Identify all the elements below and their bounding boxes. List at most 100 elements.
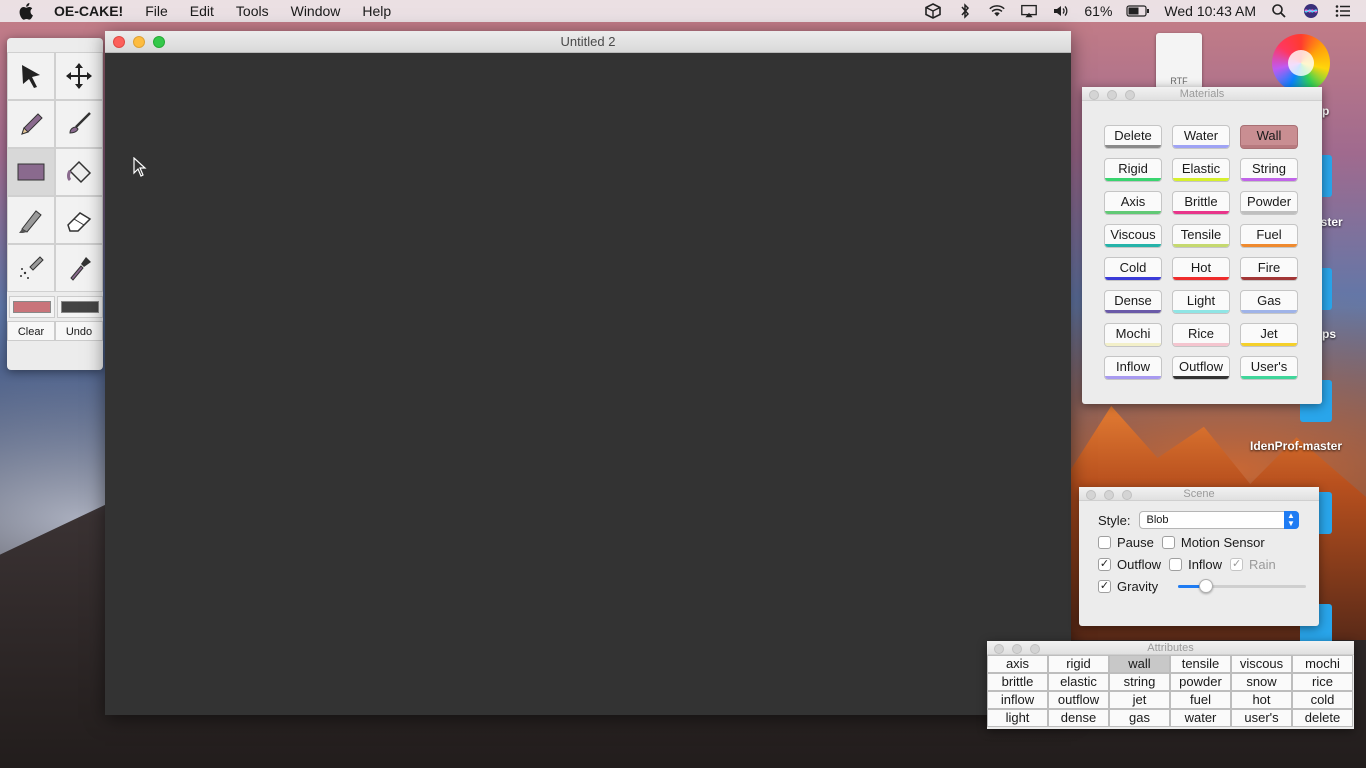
attribute-cell[interactable]: jet	[1109, 691, 1170, 709]
dropper-tool[interactable]	[55, 244, 103, 292]
panel-minimize-button[interactable]	[1104, 490, 1114, 500]
battery-icon[interactable]	[1126, 4, 1150, 18]
attribute-cell[interactable]: mochi	[1292, 655, 1353, 673]
search-icon[interactable]	[1270, 3, 1288, 19]
panel-minimize-button[interactable]	[1012, 644, 1022, 654]
battery-percentage[interactable]: 61%	[1084, 3, 1112, 19]
attribute-cell[interactable]: string	[1109, 673, 1170, 691]
primary-color-swatch[interactable]	[9, 296, 55, 318]
attribute-cell[interactable]: axis	[987, 655, 1048, 673]
outflow-checkbox[interactable]: ✓ Outflow	[1098, 557, 1161, 572]
material-button-outflow[interactable]: Outflow	[1172, 356, 1230, 380]
clock[interactable]: Wed 10:43 AM	[1164, 3, 1256, 19]
attribute-cell[interactable]: user's	[1231, 709, 1292, 727]
material-button-mochi[interactable]: Mochi	[1104, 323, 1162, 347]
gravity-slider[interactable]	[1178, 579, 1307, 593]
materials-titlebar[interactable]: Materials	[1082, 87, 1322, 101]
attribute-cell[interactable]: light	[987, 709, 1048, 727]
dropbox-icon[interactable]	[924, 3, 942, 19]
gravity-checkbox[interactable]: ✓ Gravity	[1098, 579, 1158, 594]
menu-edit[interactable]: Edit	[190, 3, 214, 19]
attribute-cell[interactable]: brittle	[987, 673, 1048, 691]
simulation-canvas[interactable]	[105, 53, 1071, 715]
material-button-hot[interactable]: Hot	[1172, 257, 1230, 281]
material-button-wall[interactable]: Wall	[1240, 125, 1298, 149]
desktop-label[interactable]: p	[1322, 104, 1329, 118]
secondary-color-swatch[interactable]	[57, 296, 103, 318]
attribute-cell[interactable]: elastic	[1048, 673, 1109, 691]
attribute-cell[interactable]: wall	[1109, 655, 1170, 673]
attribute-cell[interactable]: water	[1170, 709, 1231, 727]
material-button-dense[interactable]: Dense	[1104, 290, 1162, 314]
airplay-icon[interactable]	[1020, 3, 1038, 19]
tools-palette-titlebar[interactable]	[7, 38, 103, 52]
attribute-cell[interactable]: dense	[1048, 709, 1109, 727]
attribute-cell[interactable]: cold	[1292, 691, 1353, 709]
attributes-titlebar[interactable]: Attributes	[987, 641, 1354, 655]
notification-list-icon[interactable]	[1334, 3, 1352, 19]
desktop-label[interactable]: ps	[1322, 327, 1336, 341]
menu-app-name[interactable]: OE-CAKE!	[54, 3, 123, 19]
attribute-cell[interactable]: rigid	[1048, 655, 1109, 673]
material-button-axis[interactable]: Axis	[1104, 191, 1162, 215]
menu-window[interactable]: Window	[291, 3, 341, 19]
move-tool[interactable]	[55, 52, 103, 100]
knife-tool[interactable]	[7, 196, 55, 244]
material-button-viscous[interactable]: Viscous	[1104, 224, 1162, 248]
material-button-tensile[interactable]: Tensile	[1172, 224, 1230, 248]
attribute-cell[interactable]: delete	[1292, 709, 1353, 727]
desktop-app-logo-icon[interactable]	[1272, 34, 1330, 92]
zoom-window-button[interactable]	[153, 36, 165, 48]
menu-tools[interactable]: Tools	[236, 3, 269, 19]
material-button-powder[interactable]: Powder	[1240, 191, 1298, 215]
attribute-cell[interactable]: rice	[1292, 673, 1353, 691]
scene-titlebar[interactable]: Scene	[1079, 487, 1319, 501]
material-button-fuel[interactable]: Fuel	[1240, 224, 1298, 248]
panel-close-button[interactable]	[1086, 490, 1096, 500]
material-button-rigid[interactable]: Rigid	[1104, 158, 1162, 182]
material-button-fire[interactable]: Fire	[1240, 257, 1298, 281]
style-select[interactable]: Blob ▲ ▼	[1138, 511, 1299, 529]
material-button-light[interactable]: Light	[1172, 290, 1230, 314]
attribute-cell[interactable]: outflow	[1048, 691, 1109, 709]
pointer-tool[interactable]	[7, 52, 55, 100]
desktop-rtf-file[interactable]: RTF	[1156, 33, 1202, 89]
material-button-gas[interactable]: Gas	[1240, 290, 1298, 314]
eraser-tool[interactable]	[55, 196, 103, 244]
material-button-cold[interactable]: Cold	[1104, 257, 1162, 281]
desktop-label[interactable]: IdenProf-master	[1250, 439, 1342, 453]
rectangle-tool[interactable]	[7, 148, 55, 196]
close-window-button[interactable]	[113, 36, 125, 48]
panel-close-button[interactable]	[1089, 90, 1099, 100]
material-button-users[interactable]: User's	[1240, 356, 1298, 380]
motion-sensor-checkbox[interactable]: Motion Sensor	[1161, 535, 1265, 550]
material-button-rice[interactable]: Rice	[1172, 323, 1230, 347]
panel-zoom-button[interactable]	[1030, 644, 1040, 654]
spray-tool[interactable]	[7, 244, 55, 292]
wifi-icon[interactable]	[988, 3, 1006, 19]
attribute-cell[interactable]: fuel	[1170, 691, 1231, 709]
apple-menu-icon[interactable]	[18, 2, 36, 20]
material-button-jet[interactable]: Jet	[1240, 323, 1298, 347]
undo-button[interactable]: Undo	[55, 321, 103, 341]
panel-zoom-button[interactable]	[1125, 90, 1135, 100]
pencil-tool[interactable]	[7, 100, 55, 148]
attribute-cell[interactable]: viscous	[1231, 655, 1292, 673]
main-window-titlebar[interactable]: Untitled 2	[105, 31, 1071, 53]
attribute-cell[interactable]: powder	[1170, 673, 1231, 691]
attribute-cell[interactable]: tensile	[1170, 655, 1231, 673]
panel-minimize-button[interactable]	[1107, 90, 1117, 100]
siri-icon[interactable]	[1302, 3, 1320, 19]
slider-knob[interactable]	[1199, 579, 1214, 593]
material-button-brittle[interactable]: Brittle	[1172, 191, 1230, 215]
panel-close-button[interactable]	[994, 644, 1004, 654]
menu-file[interactable]: File	[145, 3, 168, 19]
menu-help[interactable]: Help	[362, 3, 391, 19]
attribute-cell[interactable]: snow	[1231, 673, 1292, 691]
material-button-elastic[interactable]: Elastic	[1172, 158, 1230, 182]
volume-icon[interactable]	[1052, 3, 1070, 19]
material-button-string[interactable]: String	[1240, 158, 1298, 182]
material-button-delete[interactable]: Delete	[1104, 125, 1162, 149]
fill-tool[interactable]	[55, 148, 103, 196]
brush-tool[interactable]	[55, 100, 103, 148]
